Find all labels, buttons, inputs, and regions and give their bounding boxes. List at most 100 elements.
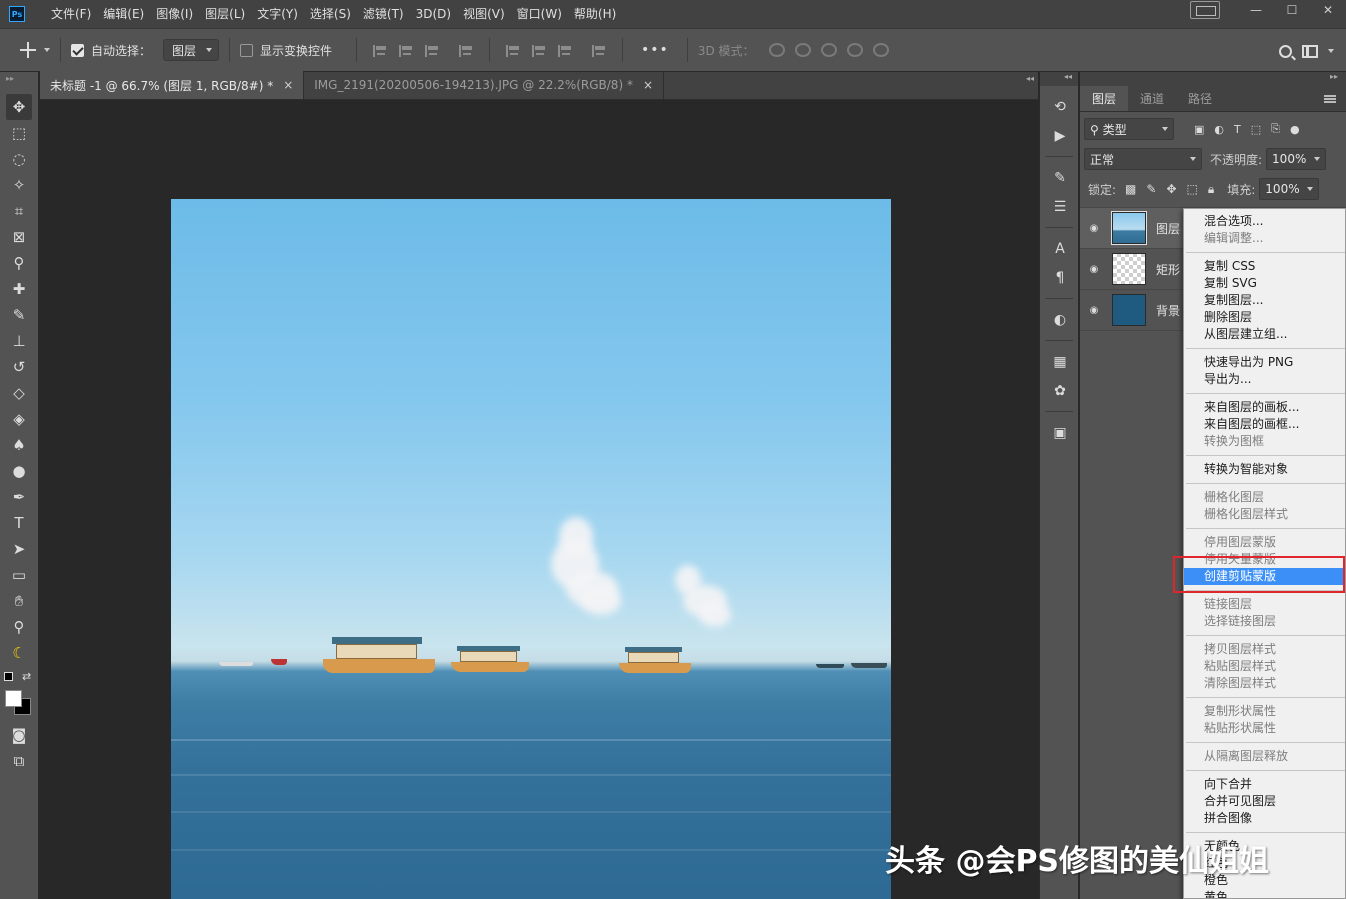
collapse-icon[interactable]: ◂◂ — [1040, 72, 1078, 86]
marquee-icon[interactable]: ⬚ — [6, 120, 32, 146]
eye-icon[interactable]: ◉ — [1080, 305, 1108, 316]
healing-icon[interactable]: ✚ — [6, 276, 32, 302]
context-menu-item[interactable]: 从图层建立组... — [1184, 326, 1345, 343]
foreground-color-swatch[interactable] — [5, 690, 22, 707]
align-bottom-icon[interactable] — [558, 43, 572, 57]
lock-all-icon[interactable]: 🔒︎ — [1208, 182, 1214, 197]
search-icon[interactable] — [1279, 44, 1292, 58]
screen-mode-icon[interactable]: ⧉ — [6, 748, 32, 774]
menu-item[interactable]: 3D(D) — [410, 0, 457, 28]
menu-item[interactable]: 帮助(H) — [568, 0, 622, 28]
context-menu-item[interactable]: 黄色 — [1184, 889, 1345, 898]
adjustments-sliders-icon[interactable]: ☰ — [1040, 192, 1080, 221]
panel-menu-icon[interactable] — [1324, 95, 1336, 103]
color-palette-icon[interactable]: ✿ — [1040, 376, 1080, 405]
lock-transparent-icon[interactable]: ▩ — [1125, 182, 1136, 196]
menu-item[interactable]: 图像(I) — [150, 0, 199, 28]
minimize-button[interactable]: — — [1238, 0, 1274, 20]
menu-item[interactable]: 文件(F) — [45, 0, 97, 28]
align-middle-icon[interactable] — [532, 43, 546, 57]
more-options-icon[interactable]: ••• — [641, 42, 669, 58]
dodge-icon[interactable]: ● — [6, 458, 32, 484]
menu-item[interactable]: 文字(Y) — [251, 0, 304, 28]
blur-icon[interactable]: ♠ — [6, 432, 32, 458]
show-transform-checkbox[interactable] — [240, 43, 254, 57]
panel-collapse-icon[interactable]: ▸▸ — [1080, 72, 1346, 86]
history-brush-icon[interactable]: ↺ — [6, 354, 32, 380]
menu-item[interactable]: 滤镜(T) — [357, 0, 410, 28]
shape-filter-icon[interactable]: ⬚ — [1251, 123, 1261, 136]
align-center-icon[interactable] — [399, 43, 413, 57]
auto-select-dropdown[interactable]: 图层 — [163, 39, 220, 61]
type-icon[interactable]: T — [6, 510, 32, 536]
context-menu-item[interactable]: 来自图层的画框... — [1184, 416, 1345, 433]
auto-select-checkbox[interactable] — [71, 43, 84, 57]
context-menu-item[interactable]: 合并可见图层 — [1184, 793, 1345, 810]
stamp-icon[interactable]: ⊥ — [6, 328, 32, 354]
swap-colors-icon[interactable]: ⇄ — [22, 670, 31, 683]
eye-icon[interactable]: ◉ — [1080, 264, 1108, 275]
pixel-filter-icon[interactable]: ▣ — [1194, 123, 1204, 136]
type-filter-icon[interactable]: T — [1234, 123, 1241, 136]
swatches-grid-icon[interactable]: ▦ — [1040, 347, 1080, 376]
libraries-icon[interactable]: ▣ — [1040, 418, 1080, 447]
context-menu-item[interactable]: 复制 SVG — [1184, 275, 1345, 292]
move-tool-icon[interactable] — [20, 42, 36, 58]
context-menu-item[interactable]: 复制 CSS — [1184, 258, 1345, 275]
close-button[interactable]: ✕ — [1310, 0, 1346, 20]
align-left-icon[interactable] — [373, 43, 387, 57]
smart-object-filter-icon[interactable]: ⎘ — [1271, 122, 1280, 136]
context-menu-item[interactable]: 来自图层的画板... — [1184, 399, 1345, 416]
pen-icon[interactable]: ✒ — [6, 484, 32, 510]
context-menu-item[interactable]: 拼合图像 — [1184, 810, 1345, 827]
restore-button[interactable]: ☐ — [1274, 0, 1310, 20]
distribute-icon[interactable] — [459, 43, 473, 57]
context-menu-item[interactable]: 快速导出为 PNG — [1184, 354, 1345, 371]
panel-tab[interactable]: 图层 — [1080, 86, 1129, 111]
document-tab[interactable]: IMG_2191(20200506-194213).JPG @ 22.2%(RG… — [304, 71, 665, 99]
paint-bucket-icon[interactable]: ◈ — [6, 406, 32, 432]
default-colors-icon[interactable] — [4, 672, 13, 681]
menu-item[interactable]: 编辑(E) — [97, 0, 150, 28]
align-top-icon[interactable] — [506, 43, 520, 57]
crop-icon[interactable]: ⌗ — [6, 198, 32, 224]
menu-item[interactable]: 图层(L) — [199, 0, 251, 28]
context-menu-item[interactable]: 转换为智能对象 — [1184, 461, 1345, 478]
path-select-icon[interactable]: ➤ — [6, 536, 32, 562]
actions-play-icon[interactable]: ▶ — [1040, 121, 1080, 150]
context-menu-item[interactable]: 删除图层 — [1184, 309, 1345, 326]
edit-toolbar-icon[interactable]: ☾ — [6, 640, 32, 666]
eyedropper-icon[interactable]: ⚲ — [6, 250, 32, 276]
document-tab[interactable]: 未标题 -1 @ 66.7% (图层 1, RGB/8#) * × — [40, 71, 305, 99]
menu-item[interactable]: 视图(V) — [457, 0, 511, 28]
quick-select-icon[interactable]: ✧ — [6, 172, 32, 198]
rectangle-icon[interactable]: ▭ — [6, 562, 32, 588]
eye-icon[interactable]: ◉ — [1080, 223, 1108, 234]
paragraph-icon[interactable]: ¶ — [1040, 263, 1080, 292]
panel-tab[interactable]: 路径 — [1176, 86, 1224, 111]
zoom-icon[interactable]: ⚲ — [6, 614, 32, 640]
layer-filter-dropdown[interactable]: ⚲ 类型 — [1084, 118, 1174, 140]
close-icon[interactable]: × — [643, 78, 653, 92]
workspace-icon[interactable] — [1302, 44, 1318, 58]
align-right-icon[interactable] — [425, 43, 439, 57]
menu-item[interactable]: 选择(S) — [304, 0, 357, 28]
panel-collapse-icon[interactable]: ◂◂ — [1026, 74, 1034, 83]
brush-icon[interactable]: ✎ — [6, 302, 32, 328]
opacity-field[interactable]: 100% — [1266, 148, 1327, 170]
character-icon[interactable]: A — [1040, 234, 1080, 263]
tool-preset-chevron-icon[interactable] — [44, 48, 50, 52]
fill-field[interactable]: 100% — [1259, 178, 1320, 200]
move-icon[interactable]: ✥ — [6, 94, 32, 120]
lasso-icon[interactable]: ◌ — [6, 146, 32, 172]
workspace-switch-icon[interactable] — [1190, 1, 1220, 19]
quick-mask-icon[interactable]: ◙ — [6, 722, 32, 748]
distribute-vertical-icon[interactable] — [592, 43, 606, 57]
context-menu-item[interactable]: 混合选项... — [1184, 213, 1345, 230]
canvas-area[interactable] — [40, 100, 1038, 899]
workspace-chevron-icon[interactable] — [1328, 49, 1334, 53]
filter-toggle-icon[interactable]: ● — [1290, 123, 1300, 136]
brush-settings-icon[interactable]: ✎ — [1040, 163, 1080, 192]
context-menu-item[interactable]: 向下合并 — [1184, 776, 1345, 793]
document-canvas[interactable] — [171, 199, 891, 899]
